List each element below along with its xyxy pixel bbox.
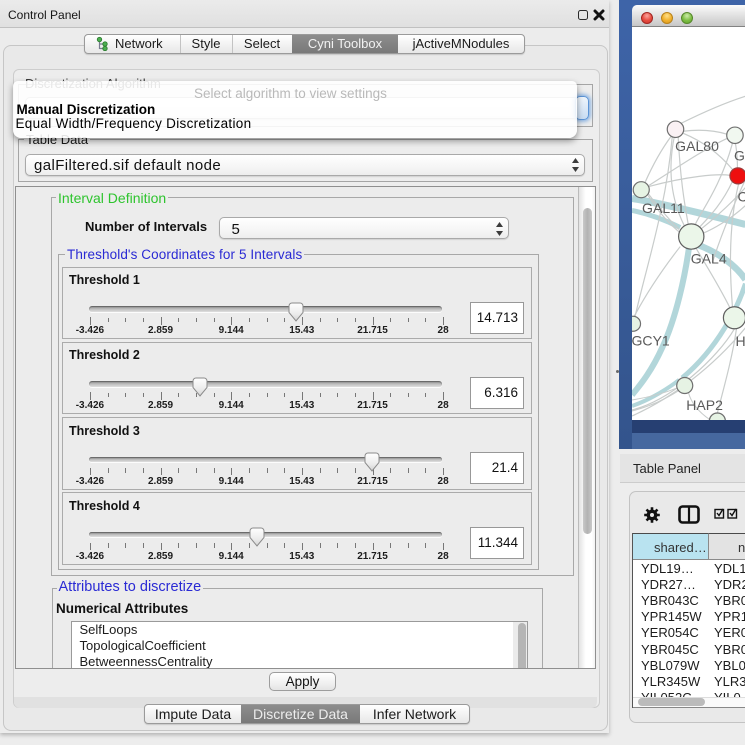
svg-text:GAL4: GAL4 — [690, 250, 726, 266]
svg-text:CY: CY — [737, 188, 745, 204]
svg-text:GAL80: GAL80 — [675, 137, 719, 153]
svg-text:GCY1: GCY1 — [632, 332, 670, 348]
svg-text:HAP2: HAP2 — [686, 396, 723, 412]
svg-text:GA: GA — [733, 147, 745, 163]
svg-text:GAL11: GAL11 — [642, 199, 685, 215]
svg-text:H: H — [735, 332, 745, 348]
